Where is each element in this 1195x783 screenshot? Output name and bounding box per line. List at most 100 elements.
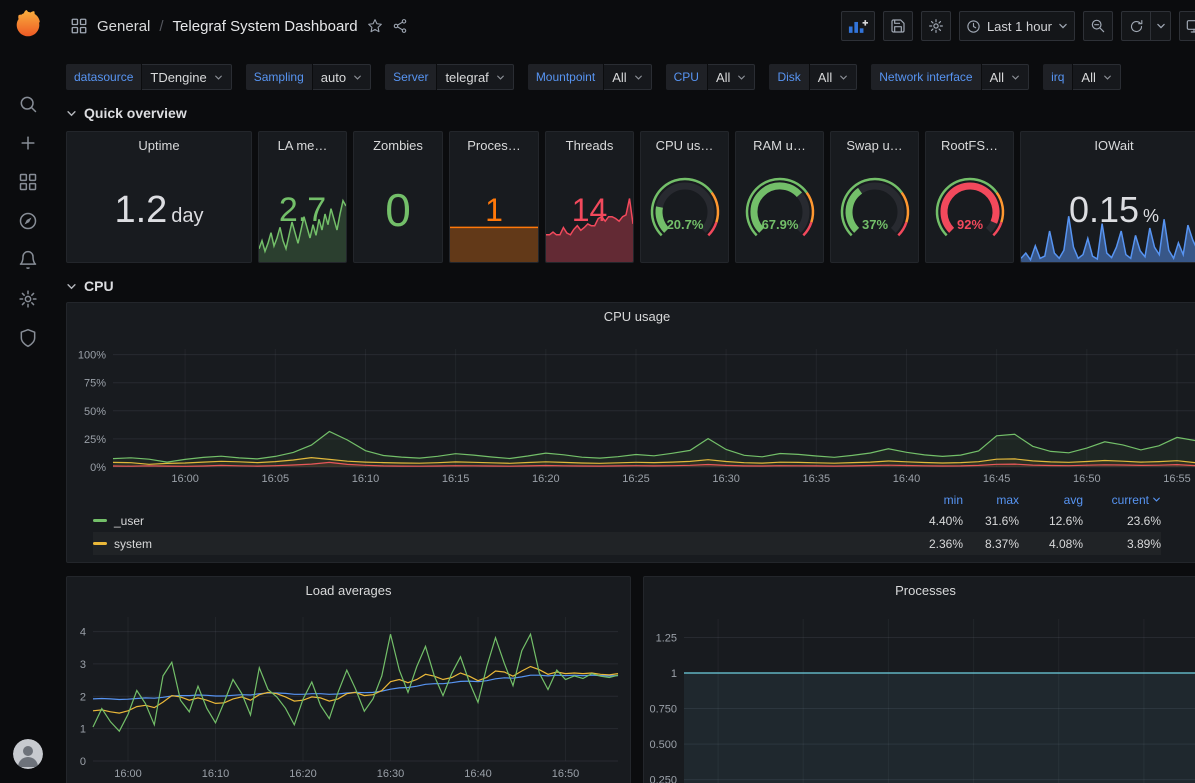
zoom-out-button[interactable]	[1083, 11, 1113, 41]
variable-value-dropdown[interactable]: TDengine	[142, 64, 231, 90]
variable-mountpoint: MountpointAll	[528, 64, 652, 90]
stat-unit: %	[1143, 207, 1159, 225]
user-avatar[interactable]	[13, 739, 43, 769]
star-icon[interactable]	[367, 18, 383, 34]
explore-compass-icon[interactable]	[0, 201, 56, 240]
variable-value-dropdown[interactable]: All	[810, 64, 857, 90]
chevron-down-icon	[496, 70, 505, 85]
dashboard-header: General / Telegraf System Dashboard	[56, 0, 1195, 52]
panel-title[interactable]: Load averages	[67, 577, 630, 603]
panel-title[interactable]: RAM u…	[736, 132, 823, 158]
variable-value-text: TDengine	[150, 70, 206, 85]
section-quick-overview[interactable]: Quick overview	[66, 104, 1195, 122]
variable-label: datasource	[66, 64, 141, 90]
panel-title[interactable]: Processes	[644, 577, 1195, 603]
panel-title[interactable]: CPU us…	[641, 132, 728, 158]
panel-title[interactable]: Proces…	[450, 132, 538, 158]
legend-series-toggle[interactable]: system	[93, 537, 903, 551]
panel-body: 0	[354, 158, 442, 262]
app: General / Telegraf System Dashboard	[0, 0, 1195, 783]
dashboards-icon[interactable]	[0, 162, 56, 201]
variables-row: datasourceTDengineSamplingautoServertele…	[66, 58, 1195, 96]
variable-value-dropdown[interactable]: All	[1073, 64, 1120, 90]
cpu-usage-chart[interactable]: 0%25%50%75%100%16:0016:0516:1016:1516:20…	[67, 329, 1195, 489]
grafana-logo-icon[interactable]	[14, 10, 42, 38]
svg-text:16:55: 16:55	[1163, 473, 1191, 485]
breadcrumb-folder[interactable]: General	[97, 18, 150, 35]
legend-sort-max[interactable]: max	[963, 493, 1019, 507]
server-admin-shield-icon[interactable]	[0, 318, 56, 357]
iowait-panel: IOWait0.15%	[1020, 131, 1195, 263]
panel-title[interactable]: Uptime	[67, 132, 251, 158]
gauge-arc: 37%	[833, 176, 917, 244]
legend-row: _user4.40%31.6%12.6%23.6%	[93, 509, 1161, 532]
alerting-bell-icon[interactable]	[0, 240, 56, 279]
panel-title[interactable]: IOWait	[1021, 132, 1195, 158]
panel-title[interactable]: LA me…	[259, 132, 346, 158]
stat-unit: day	[171, 206, 203, 226]
legend-series-toggle[interactable]: _user	[93, 514, 903, 528]
legend-header-label: avg	[1064, 493, 1083, 507]
svg-text:16:35: 16:35	[803, 473, 831, 485]
dashboard-settings-button[interactable]	[921, 11, 951, 41]
stat-value: 14	[572, 194, 608, 226]
stat-value: 2.7	[279, 193, 326, 227]
refresh-interval-dropdown[interactable]	[1151, 11, 1171, 41]
threads-value: 14	[546, 158, 633, 262]
svg-text:20.7%: 20.7%	[666, 217, 703, 232]
refresh-button[interactable]	[1121, 11, 1151, 41]
breadcrumb-separator: /	[159, 18, 163, 35]
stat-value: 0.15	[1069, 192, 1139, 228]
configuration-gear-icon[interactable]	[0, 279, 56, 318]
proces-value: 1	[450, 158, 538, 262]
svg-text:1: 1	[80, 724, 86, 736]
share-icon[interactable]	[392, 18, 408, 34]
panel-body: 67.9%	[736, 158, 823, 262]
svg-text:16:20: 16:20	[289, 768, 317, 780]
legend-min-value: 0.626%	[903, 560, 963, 564]
search-icon[interactable]	[0, 84, 56, 123]
panel-title[interactable]: RootFS…	[926, 132, 1013, 158]
gauge-arc: 20.7%	[643, 176, 727, 244]
series-name: _user	[114, 514, 144, 528]
tv-mode-button[interactable]	[1179, 11, 1195, 41]
variable-sampling: Samplingauto	[246, 64, 371, 90]
variable-value-dropdown[interactable]: All	[982, 64, 1029, 90]
svg-text:1: 1	[671, 668, 677, 680]
variable-value-dropdown[interactable]: All	[708, 64, 755, 90]
panel-title[interactable]: Threads	[546, 132, 633, 158]
legend-sort-avg[interactable]: avg	[1019, 493, 1083, 507]
section-label: Quick overview	[84, 105, 187, 121]
panel-title[interactable]: Zombies	[354, 132, 442, 158]
processes-chart[interactable]: 0.2500.5000.75011.25	[644, 603, 1195, 783]
legend-max-value: 4.11%	[963, 560, 1019, 564]
panel-title[interactable]: CPU usage	[67, 303, 1195, 329]
legend-avg-value: 1.19%	[1019, 560, 1083, 564]
legend-sort-min[interactable]: min	[903, 493, 963, 507]
time-range-picker[interactable]: Last 1 hour	[959, 11, 1075, 41]
variable-value-dropdown[interactable]: All	[604, 64, 651, 90]
chevron-down-icon	[214, 70, 223, 85]
create-plus-icon[interactable]	[0, 123, 56, 162]
iowait-value: 0.15%	[1021, 158, 1195, 262]
svg-text:0.500: 0.500	[649, 739, 677, 751]
save-dashboard-button[interactable]	[883, 11, 913, 41]
cpu-legend: minmax avgcurrent _user4.40%31.6%12.6%23.6…	[67, 489, 1195, 563]
variable-value-dropdown[interactable]: telegraf	[437, 64, 513, 90]
gauge: 20.7%	[641, 158, 728, 262]
panel-body: 1	[450, 158, 538, 262]
svg-text:16:40: 16:40	[893, 473, 921, 485]
zombies-panel: Zombies0	[353, 131, 443, 263]
variable-irq: irqAll	[1043, 64, 1121, 90]
load-averages-chart[interactable]: 0123416:0016:1016:2016:3016:4016:50	[67, 603, 630, 783]
legend-row: system2.36%8.37%4.08%3.89%	[93, 532, 1161, 555]
chevron-down-icon	[737, 70, 746, 85]
section-cpu[interactable]: CPU	[66, 277, 1195, 295]
legend-current-value: 23.6%	[1083, 514, 1161, 528]
breadcrumb-title[interactable]: Telegraf System Dashboard	[173, 18, 358, 35]
legend-sort-current[interactable]: current	[1083, 493, 1161, 507]
panel-title[interactable]: Swap u…	[831, 132, 918, 158]
add-panel-button[interactable]	[841, 11, 875, 41]
variable-value-dropdown[interactable]: auto	[313, 64, 371, 90]
legend-series-toggle[interactable]: iowait	[93, 560, 903, 564]
